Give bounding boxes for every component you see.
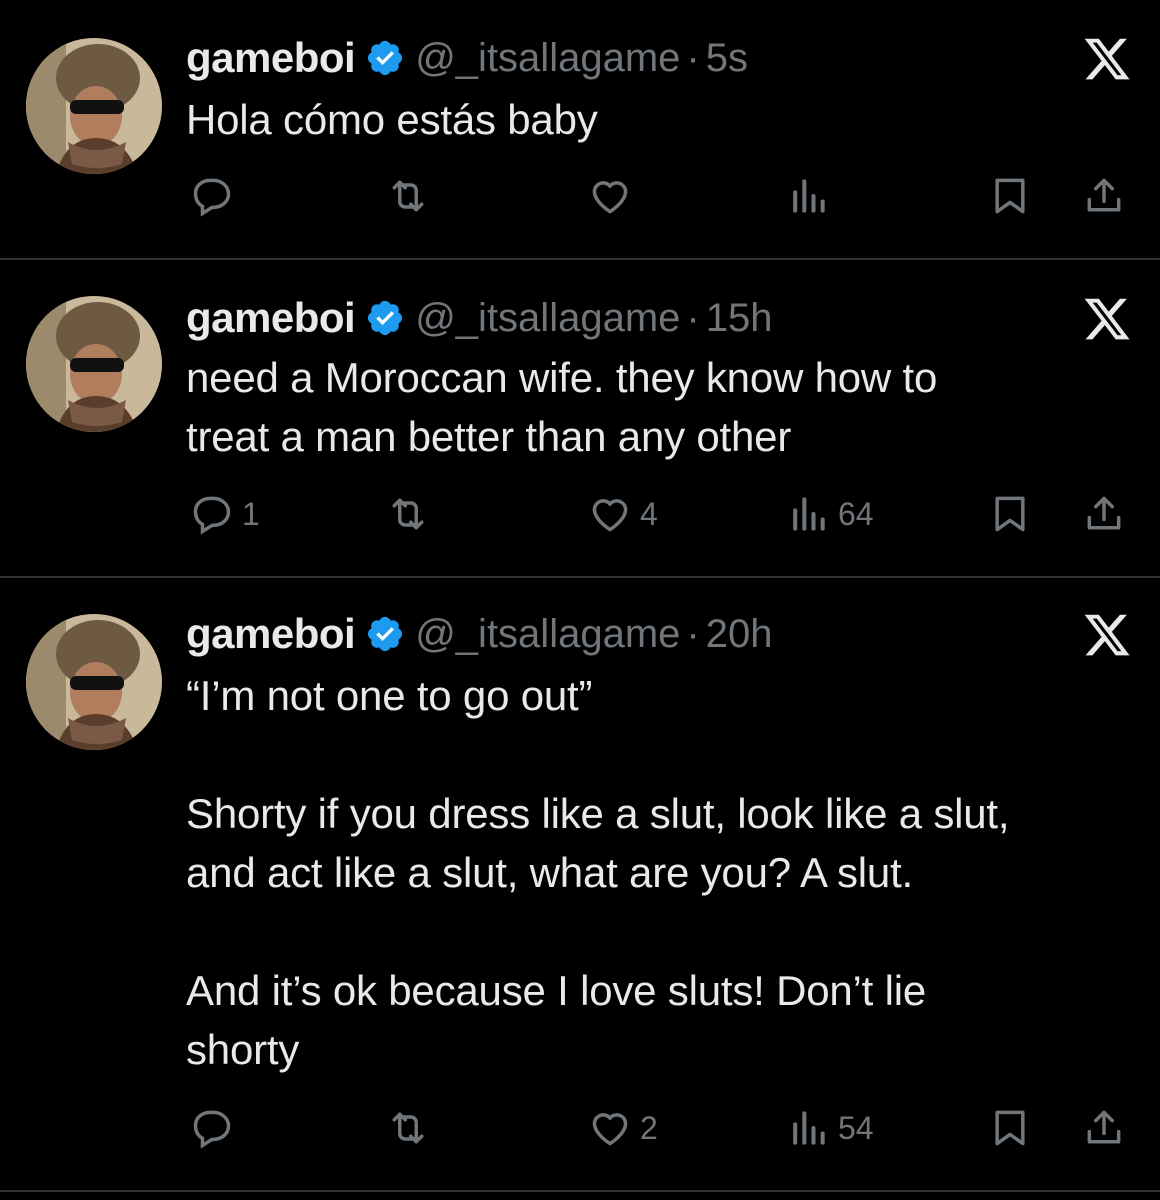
action-bar (186, 168, 1136, 224)
share-button[interactable] (1082, 168, 1126, 224)
handle[interactable]: @_itsallagame (415, 612, 680, 657)
views-button[interactable]: 64 (786, 486, 874, 542)
tweet-header: gameboi @_itsallagame · 15h (186, 288, 772, 348)
views-icon (793, 1111, 825, 1145)
views-icon (793, 497, 825, 531)
verified-badge-icon (368, 300, 403, 336)
tweet-3[interactable]: gameboi @_itsallagame · 20h “I’m not one… (0, 604, 1160, 1164)
tweet-divider (0, 258, 1160, 260)
bookmark-button[interactable] (988, 168, 1032, 224)
reply-count: 1 (242, 495, 260, 532)
reply-icon (193, 496, 231, 535)
share-icon (1087, 496, 1121, 530)
bookmark-button[interactable] (988, 486, 1032, 542)
tweet-text: Hola cómo estás baby (186, 96, 598, 143)
handle[interactable]: @_itsallagame (415, 36, 680, 81)
separator-dot: · (686, 611, 700, 656)
display-name[interactable]: gameboi (186, 34, 356, 82)
views-count: 64 (838, 495, 874, 532)
x-logo-icon (1084, 38, 1130, 80)
display-name[interactable]: gameboi (186, 294, 356, 342)
verified-badge-icon (368, 40, 403, 76)
bookmark-icon (995, 1110, 1025, 1146)
verified-badge-icon (368, 616, 403, 652)
heart-icon (592, 1113, 628, 1146)
tweet-text: need a Moroccan wife. they know how to t… (186, 354, 938, 460)
share-button[interactable] (1082, 1100, 1126, 1156)
share-icon (1087, 1110, 1121, 1144)
share-button[interactable] (1082, 486, 1126, 542)
views-count: 54 (838, 1109, 874, 1146)
views-button[interactable]: 54 (786, 1100, 874, 1156)
separator-dot: · (686, 35, 700, 80)
retweet-button[interactable] (386, 486, 438, 542)
tweet-divider (0, 1190, 1160, 1192)
retweet-button[interactable] (386, 1100, 438, 1156)
tweet-header: gameboi @_itsallagame · 5s (186, 28, 748, 88)
avatar[interactable] (26, 38, 162, 174)
action-bar: 1 4 64 (186, 486, 1136, 542)
timestamp[interactable]: 5s (706, 36, 748, 81)
retweet-icon (392, 180, 424, 212)
bookmark-icon (995, 178, 1025, 214)
like-button[interactable]: 2 (588, 1100, 658, 1156)
tweet-text: “I’m not one to go out” Shorty if you dr… (186, 672, 1010, 1073)
like-button[interactable] (588, 168, 640, 224)
reply-button[interactable]: 1 (190, 486, 260, 542)
x-logo-icon (1084, 614, 1130, 656)
tweet-1[interactable]: gameboi @_itsallagame · 5s Hola cómo est… (0, 28, 1160, 250)
reply-button[interactable] (190, 168, 242, 224)
retweet-icon (392, 1112, 424, 1144)
avatar[interactable] (26, 614, 162, 750)
heart-icon (592, 499, 628, 532)
reply-icon (193, 1110, 231, 1149)
action-bar: 2 54 (186, 1100, 1136, 1156)
like-count: 4 (640, 495, 658, 532)
avatar[interactable] (26, 296, 162, 432)
x-logo-icon (1084, 298, 1130, 340)
like-button[interactable]: 4 (588, 486, 658, 542)
timestamp[interactable]: 20h (706, 612, 773, 657)
handle[interactable]: @_itsallagame (415, 296, 680, 341)
retweet-button[interactable] (386, 168, 438, 224)
bookmark-button[interactable] (988, 1100, 1032, 1156)
tweet-header: gameboi @_itsallagame · 20h (186, 604, 772, 664)
bookmark-icon (995, 496, 1025, 532)
timestamp[interactable]: 15h (706, 296, 773, 341)
reply-button[interactable] (190, 1100, 242, 1156)
like-count: 2 (640, 1109, 658, 1146)
share-icon (1087, 178, 1121, 212)
display-name[interactable]: gameboi (186, 610, 356, 658)
separator-dot: · (686, 295, 700, 340)
retweet-icon (392, 498, 424, 530)
tweet-divider (0, 576, 1160, 578)
reply-icon (193, 178, 231, 217)
heart-icon (592, 181, 628, 214)
views-icon (793, 179, 825, 213)
tweet-2[interactable]: gameboi @_itsallagame · 15h need a Moroc… (0, 288, 1160, 568)
views-button[interactable] (786, 168, 838, 224)
